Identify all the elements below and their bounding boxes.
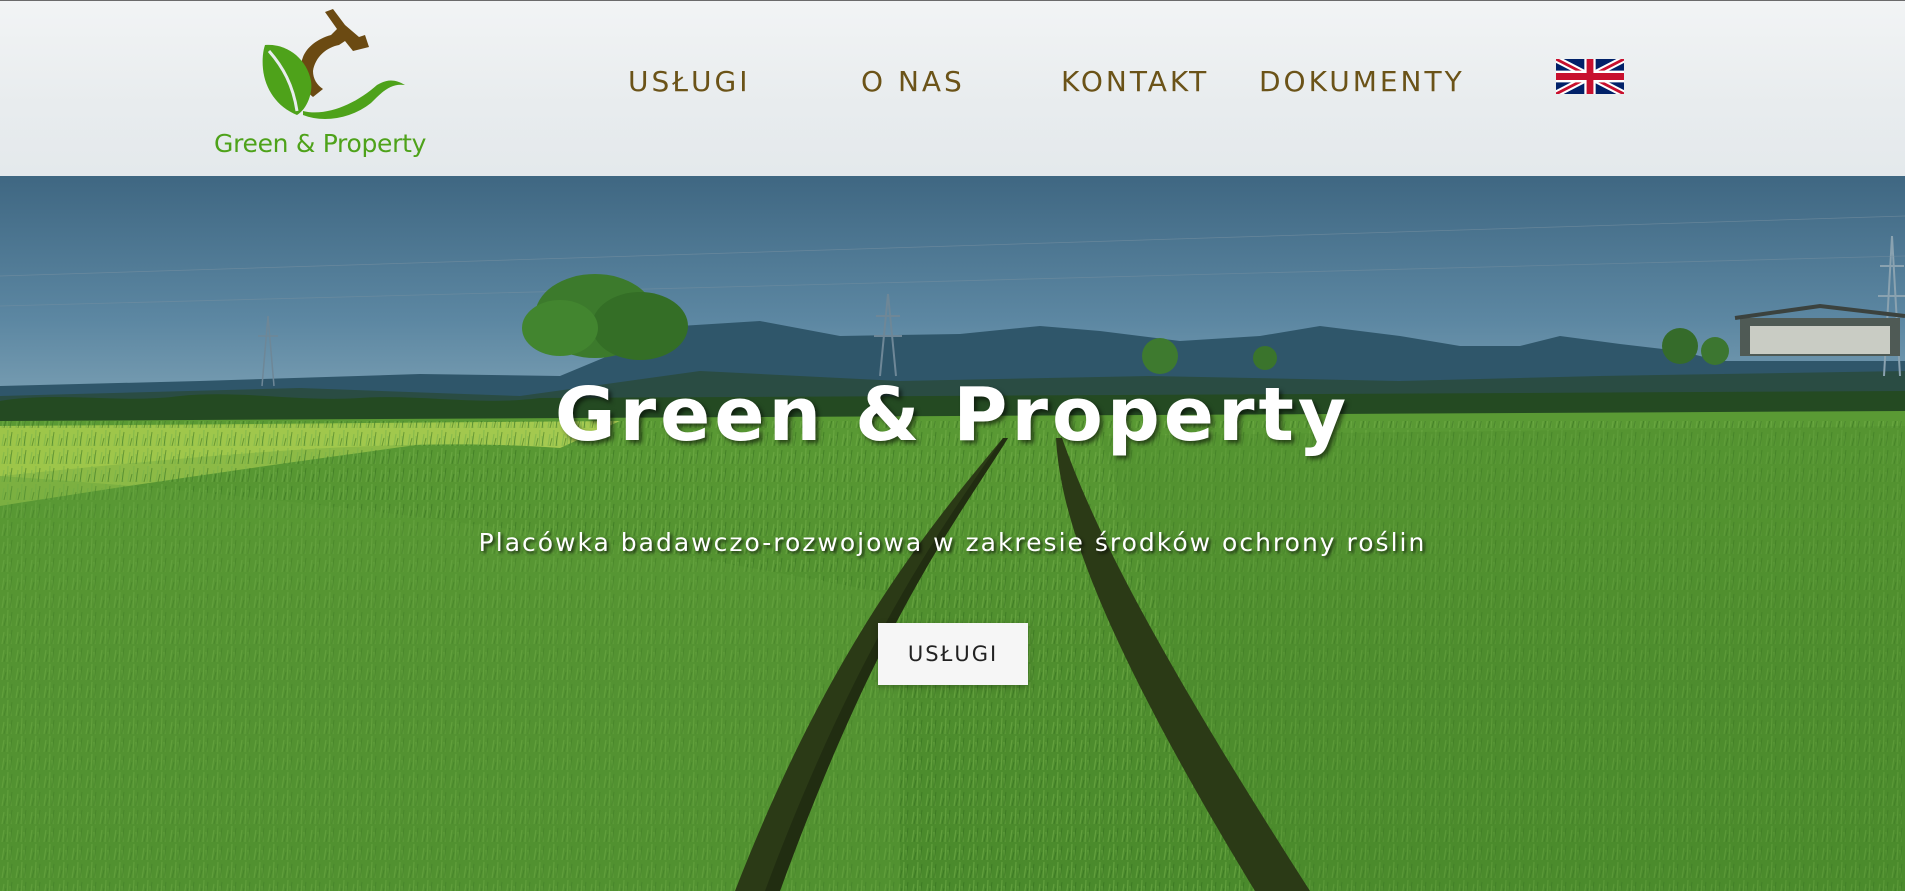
logo-text: Green & Property	[214, 129, 427, 158]
uk-flag-icon	[1554, 55, 1626, 98]
nav-kontakt[interactable]: KONTAKT	[1061, 65, 1209, 98]
nav-uslugi[interactable]: USŁUGI	[628, 65, 750, 98]
site-header: Green & Property USŁUGI O NAS KONTAKT DO…	[0, 0, 1905, 176]
nav-dokumenty[interactable]: DOKUMENTY	[1259, 65, 1465, 98]
leaf-and-sprayer-logo-icon	[262, 9, 405, 119]
hero-section: Green & Property Placówka badawczo-rozwo…	[0, 176, 1905, 891]
logo[interactable]: Green & Property	[212, 7, 442, 162]
hero-title: Green & Property	[554, 372, 1351, 458]
hero-subtitle: Placówka badawczo-rozwojowa w zakresie ś…	[478, 528, 1427, 557]
nav-o-nas[interactable]: O NAS	[861, 65, 965, 98]
hero-uslugi-button[interactable]: USŁUGI	[878, 623, 1028, 685]
language-switch-uk[interactable]	[1554, 55, 1626, 98]
